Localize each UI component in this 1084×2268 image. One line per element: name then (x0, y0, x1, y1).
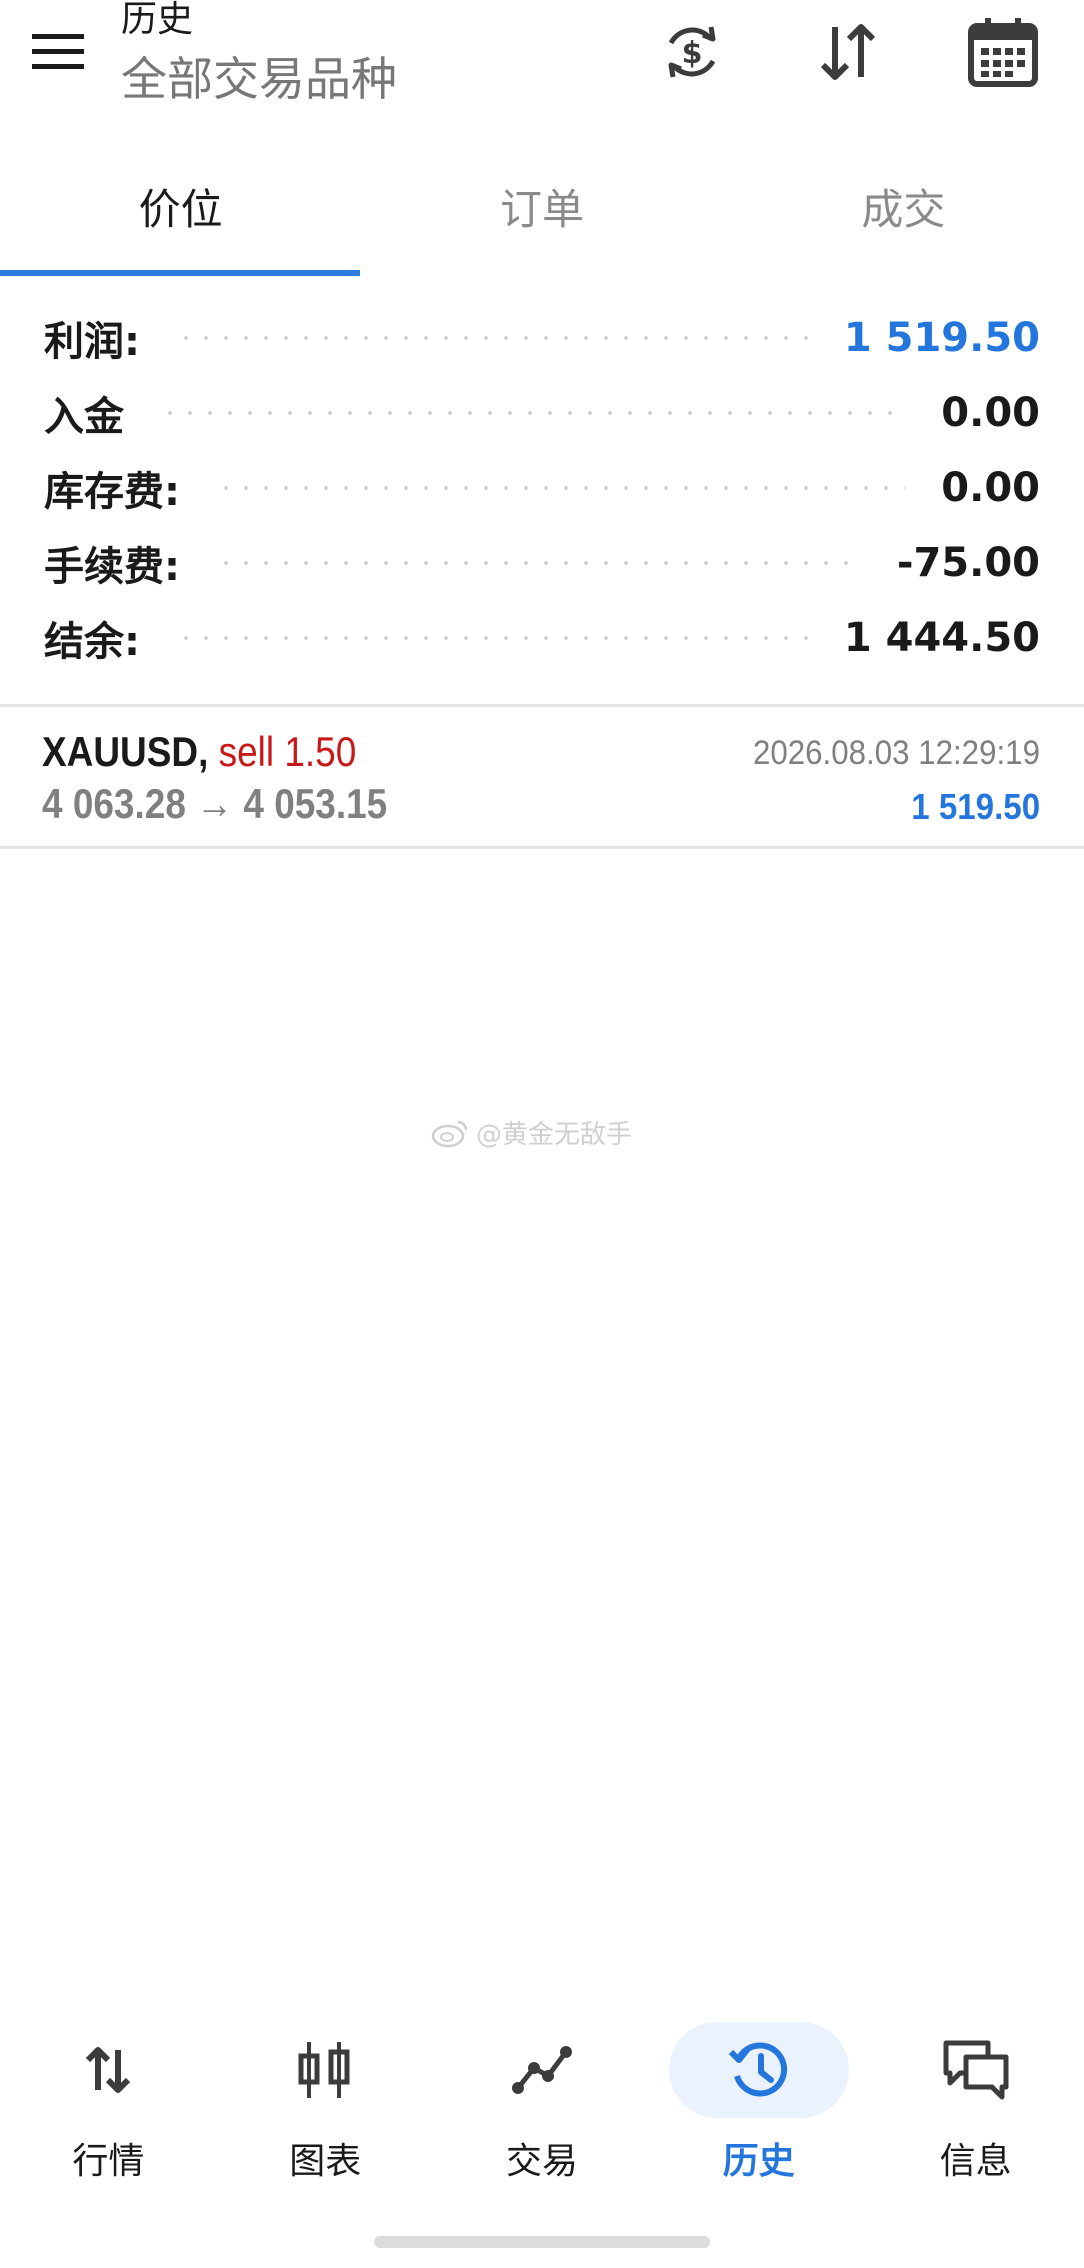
sort-icon (820, 24, 876, 80)
deal-type: sell 1.50 (218, 728, 357, 775)
nav-label: 信息 (939, 2141, 1012, 2182)
summary-row-swap: 库存费: 0.00 (0, 450, 1084, 525)
nav-item-messages[interactable]: 信息 (867, 2000, 1084, 2200)
nav-item-quotes[interactable]: 行情 (0, 2000, 217, 2200)
quotes-icon (86, 2047, 131, 2093)
summary-value: 0.00 (941, 464, 1040, 511)
leader-dots (176, 635, 808, 640)
summary-label: 结余: (44, 618, 140, 665)
summary-value: 0.00 (941, 389, 1040, 436)
sort-button[interactable] (810, 14, 886, 90)
calendar-button[interactable] (965, 14, 1041, 90)
watermark: @黄金无敌手 (430, 1114, 632, 1151)
divider (0, 704, 1084, 707)
summary-value: -75.00 (896, 539, 1040, 586)
summary-value: 1 519.50 (843, 314, 1040, 361)
summary-row-balance: 结余: 1 444.50 (0, 600, 1084, 675)
bottom-navigation: 行情 图表 交易 历史 信息 (0, 2000, 1084, 2200)
summary-row-commission: 手续费: -75.00 (0, 525, 1084, 600)
nav-label: 交易 (505, 2141, 578, 2182)
menu-icon (32, 34, 84, 69)
summary-value: 1 444.50 (843, 614, 1040, 661)
nav-item-history[interactable]: 历史 (650, 2000, 867, 2200)
leader-dots (160, 410, 906, 415)
tab-deals[interactable]: 成交 (723, 148, 1084, 264)
history-tabs: 价位 订单 成交 (0, 148, 1084, 278)
home-indicator[interactable] (374, 2236, 710, 2248)
divider (0, 846, 1084, 849)
deal-symbol-line: XAUUSD, sell 1.50 (42, 728, 356, 776)
tab-orders[interactable]: 订单 (361, 148, 722, 264)
currency-exchange-icon: $ (668, 26, 716, 78)
active-tab-indicator (0, 270, 360, 276)
trade-line-icon (511, 2046, 572, 2094)
calendar-icon (968, 18, 1038, 87)
summary-panel: 利润: 1 519.50 入金 0.00 库存费: 0.00 手续费: -75.… (0, 300, 1084, 675)
deal-symbol: XAUUSD, (42, 728, 209, 775)
svg-text:$: $ (682, 36, 703, 71)
deal-prices: 4 063.28 → 4 053.15 (42, 780, 388, 827)
currency-exchange-button[interactable]: $ (654, 14, 730, 90)
page-title: 历史 (121, 0, 194, 40)
symbol-filter[interactable]: 全部交易品种 (121, 52, 397, 106)
app-header: 历史 全部交易品种 $ (0, 0, 1084, 120)
history-clock-icon (728, 2042, 787, 2097)
tab-positions[interactable]: 价位 (0, 148, 361, 264)
summary-label: 入金 (44, 393, 124, 440)
deal-profit: 1 519.50 (911, 786, 1040, 827)
menu-button[interactable] (26, 20, 90, 84)
summary-label: 库存费: (44, 468, 180, 515)
weibo-icon (431, 1120, 468, 1147)
summary-row-deposit: 入金 0.00 (0, 375, 1084, 450)
summary-label: 手续费: (44, 543, 180, 590)
deal-row[interactable]: XAUUSD, sell 1.50 4 063.28 → 4 053.15 20… (0, 708, 1084, 848)
summary-label: 利润: (44, 318, 140, 365)
leader-dots (216, 560, 861, 565)
nav-item-chart[interactable]: 图表 (217, 2000, 434, 2200)
nav-label: 图表 (289, 2141, 362, 2182)
watermark-text: @黄金无敌手 (476, 1120, 633, 1150)
leader-dots (216, 485, 906, 490)
nav-item-trade[interactable]: 交易 (434, 2000, 651, 2200)
nav-label: 历史 (722, 2141, 795, 2182)
candlestick-chart-icon (298, 2042, 350, 2098)
nav-label: 行情 (72, 2141, 145, 2182)
deal-time: 2026.08.03 12:29:19 (752, 734, 1040, 772)
leader-dots (176, 335, 808, 340)
summary-row-profit: 利润: 1 519.50 (0, 300, 1084, 375)
messages-icon (943, 2040, 1009, 2100)
